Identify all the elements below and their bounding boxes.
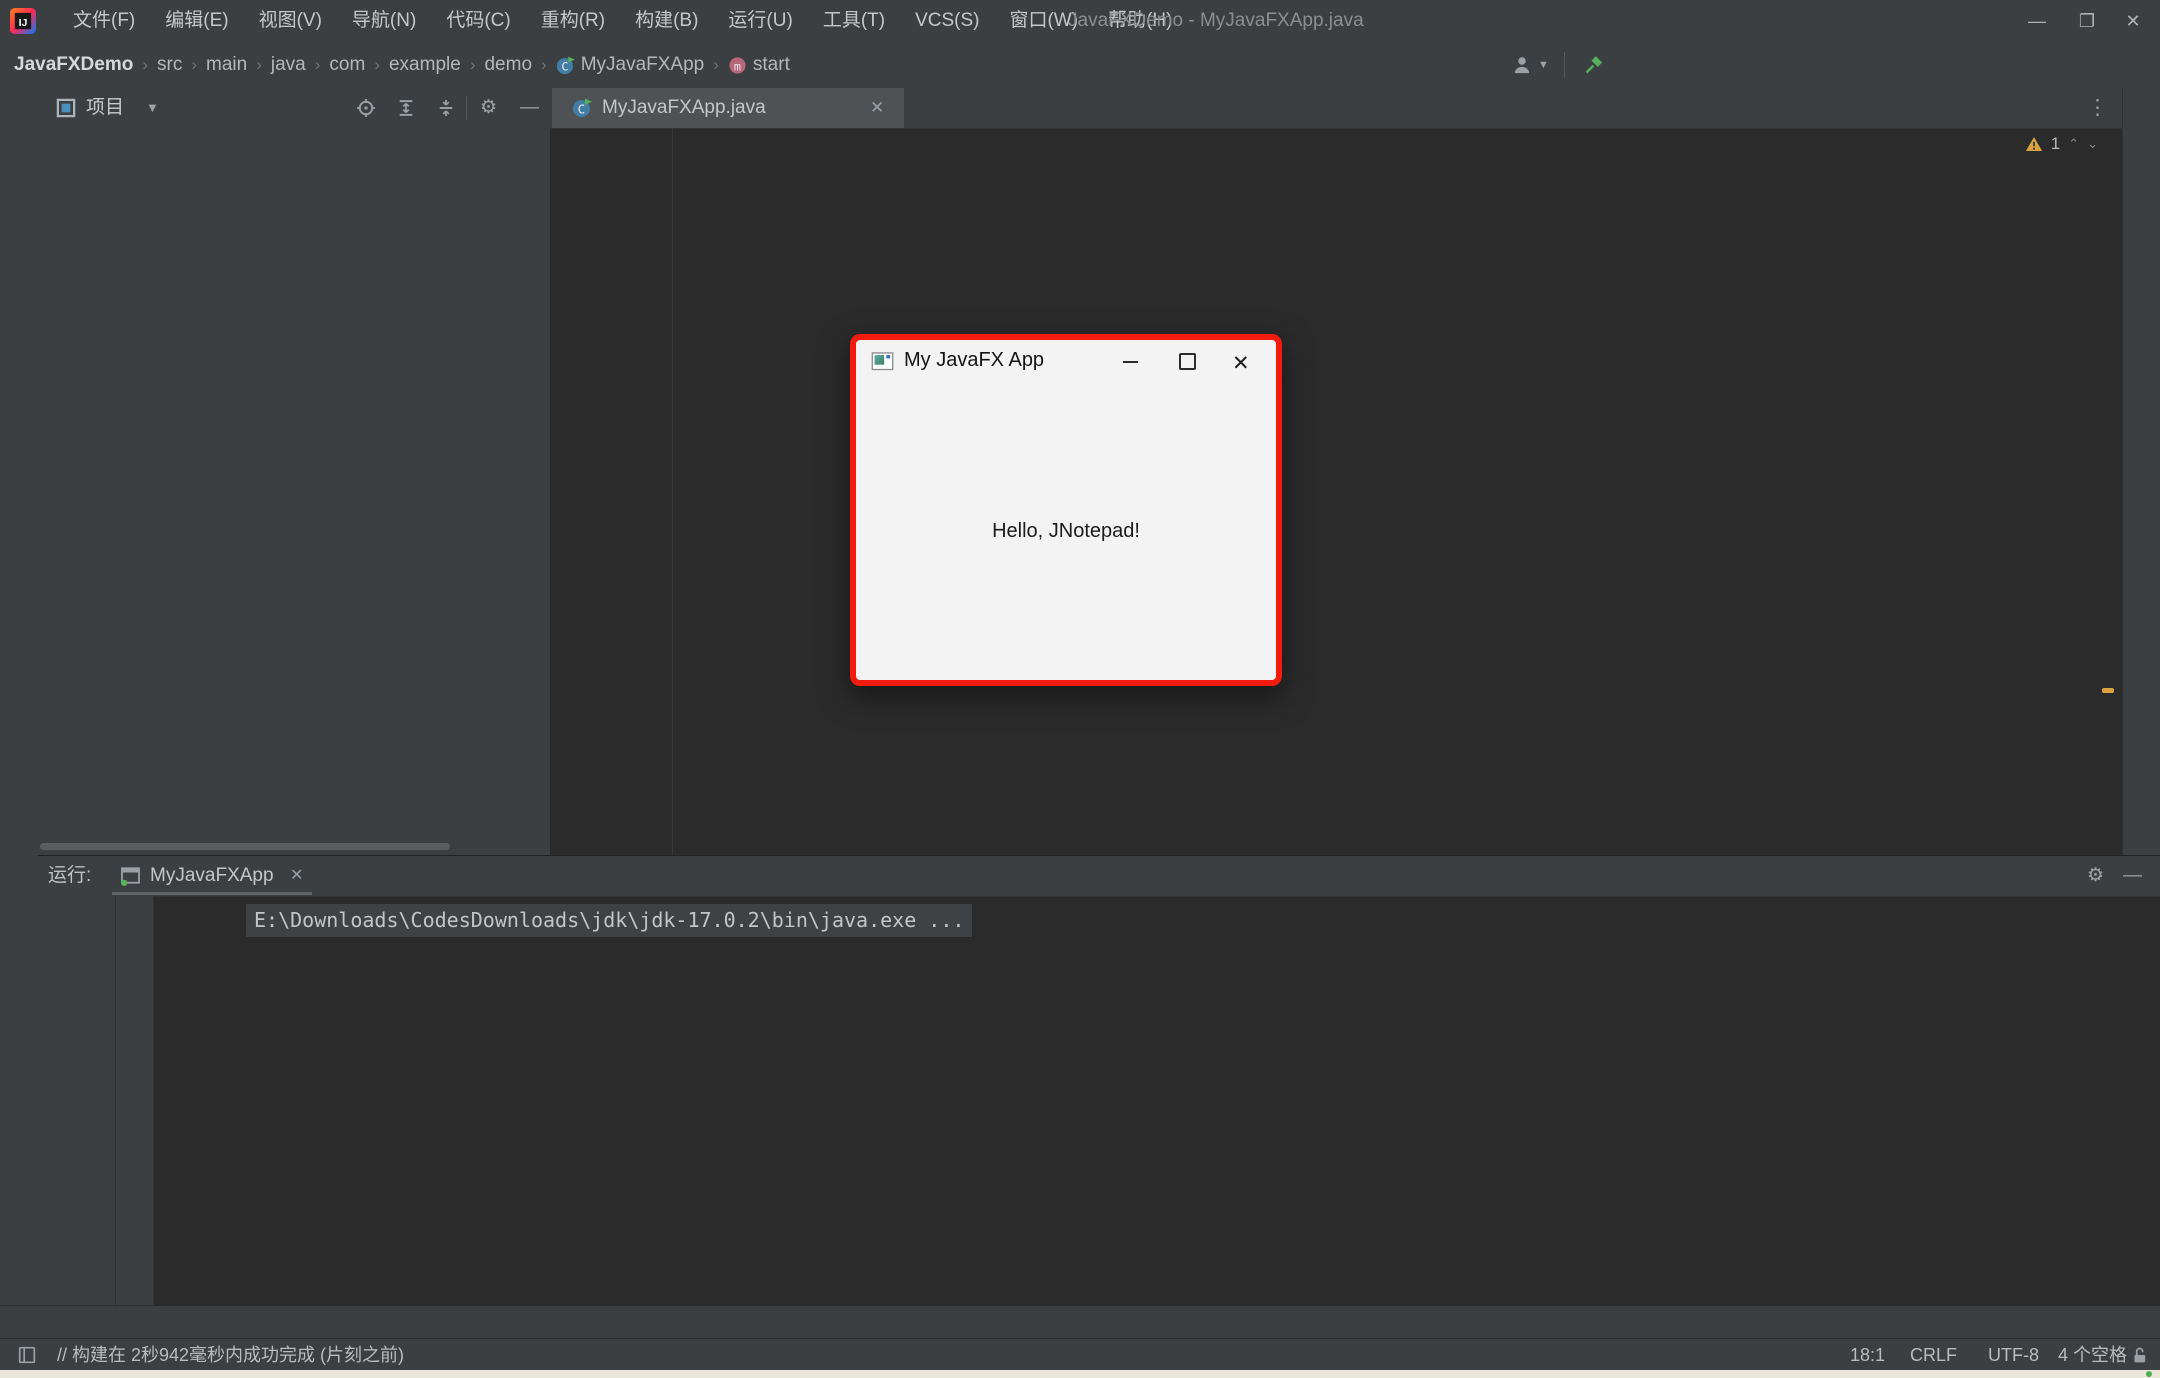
file-encoding[interactable]: UTF-8 — [1988, 1339, 2039, 1371]
fx-maximize-button[interactable] — [1158, 340, 1214, 382]
project-tool-icon — [56, 98, 76, 118]
menu-工具(T)[interactable]: 工具(T) — [808, 0, 900, 42]
console-command-line: E:\Downloads\CodesDownloads\jdk\jdk-17.0… — [246, 904, 972, 937]
hide-panel-icon[interactable]: — — [520, 88, 539, 128]
error-stripe-warning-mark[interactable] — [2102, 688, 2114, 693]
line-separator[interactable]: CRLF — [1910, 1339, 1957, 1371]
menu-文件(F)[interactable]: 文件(F) — [58, 0, 150, 42]
fx-close-button[interactable]: ✕ — [1212, 340, 1268, 382]
minimize-button[interactable]: — — [2014, 0, 2060, 42]
project-panel: 项目 ▼ ⚙ — — [38, 88, 551, 855]
run-panel-header: 运行: MyJavaFXApp ✕ ⚙ — — [38, 856, 2160, 897]
run-toolbar: ▼ — [0, 42, 2160, 88]
svg-text:C: C — [578, 101, 586, 116]
run-panel: 运行: MyJavaFXApp ✕ ⚙ — E:\Downloads\Codes… — [38, 855, 2160, 1306]
run-toolbar-left — [38, 896, 116, 1306]
taskbar-edge — [0, 1370, 2160, 1378]
window-title: JavaFXDemo - MyJavaFXApp.java — [1068, 0, 1364, 42]
ide-frame: IJ 文件(F)编辑(E)视图(V)导航(N)代码(C)重构(R)构建(B)运行… — [0, 0, 2160, 1378]
project-tree — [38, 130, 550, 830]
editor-tab-bar: C MyJavaFXApp.java ✕ ⋮ — [550, 88, 2122, 129]
chevron-down-icon[interactable]: ▼ — [1538, 42, 1549, 88]
tool-window-switcher-icon[interactable] — [18, 1346, 36, 1364]
run-console[interactable]: E:\Downloads\CodesDownloads\jdk\jdk-17.0… — [154, 896, 2160, 1306]
menu-视图(V)[interactable]: 视图(V) — [244, 0, 337, 42]
run-tab-label: MyJavaFXApp — [150, 856, 274, 896]
status-bar: // 构建在 2秒942毫秒内成功完成 (片刻之前) 18:1 CRLF UTF… — [0, 1338, 2160, 1371]
menu-编辑(E)[interactable]: 编辑(E) — [150, 0, 243, 42]
menu-构建(B)[interactable]: 构建(B) — [620, 0, 713, 42]
expand-all-icon[interactable] — [396, 98, 416, 118]
project-panel-header: 项目 ▼ ⚙ — — [38, 88, 550, 128]
prev-warning-icon[interactable]: ⌃ — [2068, 136, 2079, 152]
menu-代码(C)[interactable]: 代码(C) — [431, 0, 525, 42]
close-button[interactable]: ✕ — [2110, 0, 2156, 42]
next-warning-icon[interactable]: ⌄ — [2087, 136, 2098, 152]
user-profile-icon[interactable] — [1512, 55, 1532, 75]
locate-file-icon[interactable] — [356, 98, 376, 118]
hide-run-panel-icon[interactable]: — — [2123, 856, 2142, 896]
code-area[interactable] — [550, 128, 2122, 855]
maximize-button[interactable]: ❐ — [2064, 0, 2110, 42]
class-run-icon: C — [572, 98, 592, 118]
build-project-icon[interactable] — [1584, 55, 1604, 75]
menu-运行(U)[interactable]: 运行(U) — [713, 0, 807, 42]
status-message[interactable]: // 构建在 2秒942毫秒内成功完成 (片刻之前) — [57, 1339, 404, 1371]
project-panel-title[interactable]: 项目 — [86, 88, 124, 128]
taskbar-dot — [2146, 1371, 2152, 1377]
editor[interactable]: C MyJavaFXApp.java ✕ ⋮ 1 ⌃ ⌄ — [550, 88, 2122, 855]
tab-myjavafxapp[interactable]: C MyJavaFXApp.java ✕ — [552, 88, 904, 128]
tool-window-bar — [0, 1305, 2160, 1339]
unlock-icon[interactable] — [2130, 1346, 2148, 1364]
caret-position[interactable]: 18:1 — [1850, 1339, 1885, 1371]
warning-count: 1 — [2051, 134, 2060, 154]
inspections-widget[interactable]: 1 ⌃ ⌄ — [2025, 134, 2098, 154]
intellij-logo-icon: IJ — [10, 8, 36, 34]
tab-underline — [112, 892, 312, 895]
javafx-label: Hello, JNotepad! — [856, 520, 1276, 543]
javafx-app-icon — [871, 351, 894, 371]
run-settings-gear-icon[interactable]: ⚙ — [2087, 856, 2104, 896]
left-tool-stripe — [0, 88, 39, 1305]
menu-重构(R)[interactable]: 重构(R) — [526, 0, 620, 42]
title-bar: IJ 文件(F)编辑(E)视图(V)导航(N)代码(C)重构(R)构建(B)运行… — [0, 0, 2160, 43]
horizontal-scrollbar[interactable] — [40, 843, 450, 850]
navigation-toolbar: JavaFXDemo›src›main›java›com›example›dem… — [0, 42, 2160, 89]
menu-bar: 文件(F)编辑(E)视图(V)导航(N)代码(C)重构(R)构建(B)运行(U)… — [58, 0, 1187, 42]
run-panel-label: 运行: — [48, 856, 91, 896]
run-toolbar-secondary — [116, 896, 154, 1306]
gear-icon[interactable]: ⚙ — [480, 88, 497, 128]
javafx-window-title: My JavaFX App — [904, 349, 1044, 372]
menu-导航(N)[interactable]: 导航(N) — [337, 0, 431, 42]
divider — [1564, 52, 1565, 78]
divider — [466, 96, 467, 120]
close-tab-icon[interactable]: ✕ — [870, 88, 884, 128]
more-options-icon[interactable]: ⋮ — [2087, 88, 2108, 128]
app-window-icon — [120, 865, 141, 886]
warning-triangle-icon — [2025, 135, 2043, 153]
fx-minimize-button[interactable] — [1102, 340, 1158, 382]
chevron-down-icon[interactable]: ▼ — [146, 88, 159, 128]
menu-VCS(S)[interactable]: VCS(S) — [900, 0, 994, 42]
close-run-tab-icon[interactable]: ✕ — [290, 856, 303, 896]
collapse-all-icon[interactable] — [436, 98, 456, 118]
svg-text:IJ: IJ — [19, 17, 28, 29]
indent-setting[interactable]: 4 个空格 — [2058, 1339, 2127, 1371]
javafx-app-window[interactable]: My JavaFX App ✕ Hello, JNotepad! — [850, 334, 1282, 686]
tab-label: MyJavaFXApp.java — [602, 88, 766, 128]
